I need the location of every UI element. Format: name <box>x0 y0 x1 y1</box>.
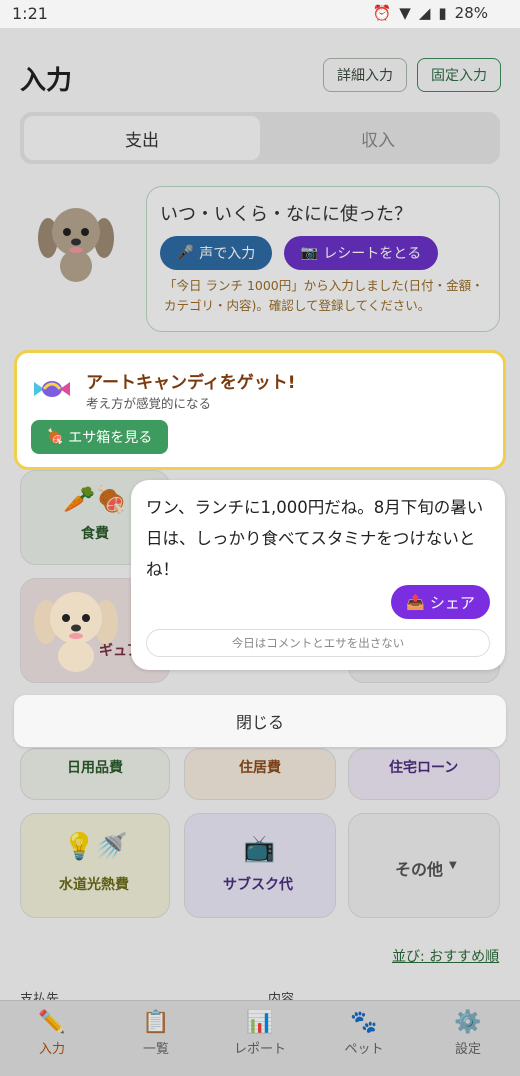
dog-mascot-icon <box>34 592 118 672</box>
wifi-icon: ▼ <box>399 4 411 22</box>
status-bar: 1:21 ⏰ ▼ ◢ ▮ 28% <box>0 0 520 28</box>
candy-icon <box>34 381 70 397</box>
share-label: シェア <box>429 593 475 612</box>
pet-comment-text: ワン、ランチに1,000円だね。8月下旬の暑い日は、しっかり食べてスタミナをつけ… <box>146 498 484 579</box>
share-icon: 📤 <box>406 593 425 611</box>
no-comment-today-button[interactable]: 今日はコメントとエサを出さない <box>146 629 490 657</box>
signal-icon: ◢ <box>418 4 431 22</box>
clock: 1:21 <box>12 4 48 23</box>
alarm-icon: ⏰ <box>372 4 392 22</box>
view-food-box-label: エサ箱を見る <box>68 430 153 446</box>
close-button[interactable]: 閉じる <box>14 695 506 747</box>
battery-level: 28% <box>454 4 488 22</box>
share-button[interactable]: 📤 シェア <box>391 585 490 619</box>
battery-icon: ▮ <box>438 4 447 22</box>
toast-title: アートキャンディをゲット! <box>86 373 296 393</box>
view-food-box-button[interactable]: 🍖 エサ箱を見る <box>31 420 168 454</box>
toast-subtitle: 考え方が感覚的になる <box>86 396 212 411</box>
meat-icon: 🍖 <box>46 429 65 445</box>
status-icons: ⏰ ▼ ◢ ▮ 28% <box>373 4 488 22</box>
